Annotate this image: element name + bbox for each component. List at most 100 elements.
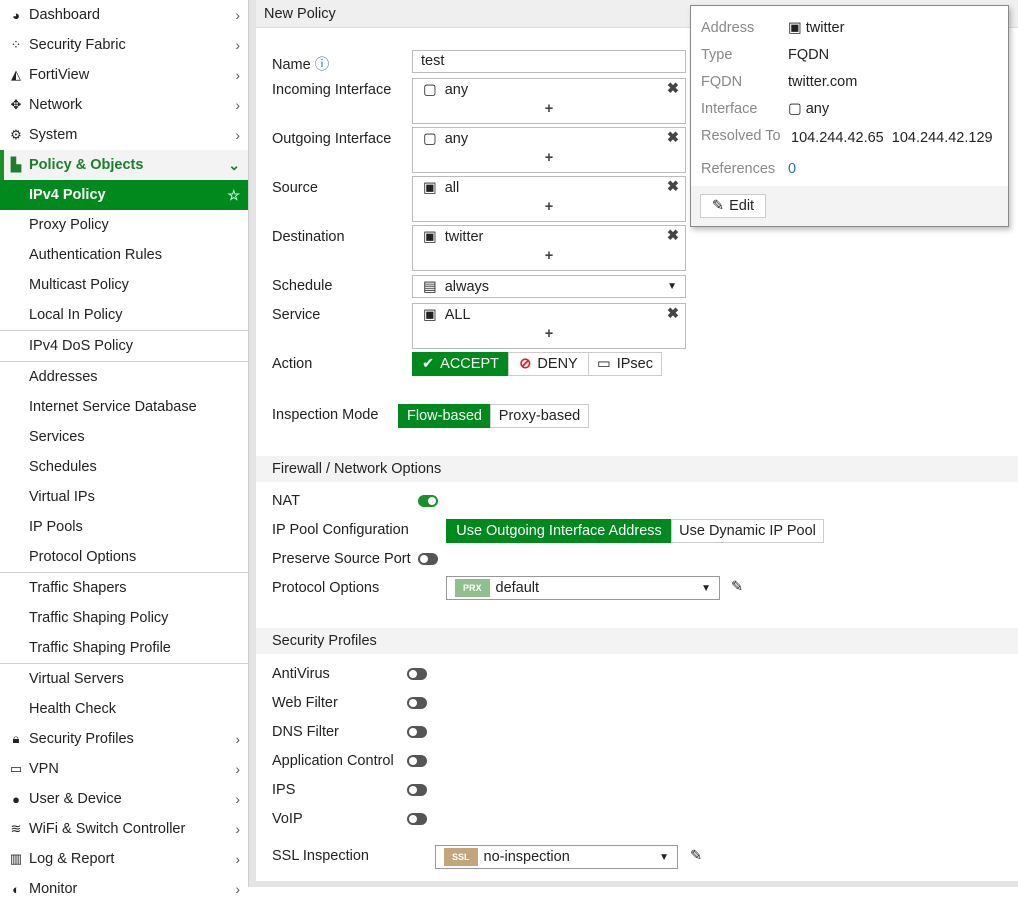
- application-control-toggle[interactable]: [407, 755, 427, 767]
- bottom-bar: [256, 881, 1018, 887]
- sidebar-item-multicast-policy[interactable]: Multicast Policy: [0, 270, 248, 300]
- sidebar-scrollbar[interactable]: [248, 0, 256, 887]
- web-filter-toggle[interactable]: [407, 697, 427, 709]
- add-button[interactable]: +: [413, 150, 685, 172]
- firewall-section-header: Firewall / Network Options: [256, 456, 1018, 482]
- chevron-right-icon: ›: [235, 67, 240, 83]
- chevron-right-icon: ›: [235, 851, 240, 867]
- edit-pencil-icon[interactable]: ✎: [690, 848, 702, 864]
- sidebar-item-traffic-shaping-profile[interactable]: Traffic Shaping Profile: [0, 633, 248, 663]
- incoming-interface-field[interactable]: ▢ any ✖ +: [412, 78, 686, 124]
- ssl-inspection-label: SSL Inspection: [272, 848, 369, 864]
- address-icon: ▣: [423, 180, 437, 196]
- sidebar-item-virtual-ips[interactable]: Virtual IPs: [0, 482, 248, 512]
- use-dynamic-ip-pool-button[interactable]: Use Dynamic IP Pool: [671, 519, 824, 543]
- laptop-icon: ▭: [597, 356, 611, 372]
- deny-button[interactable]: ⊘ DENY: [508, 352, 589, 376]
- sidebar-item-proxy-policy[interactable]: Proxy Policy: [0, 210, 248, 240]
- resolved-to-label: Resolved To: [701, 128, 781, 144]
- voip-toggle[interactable]: [407, 813, 427, 825]
- sidebar-item-health-check[interactable]: Health Check: [0, 694, 248, 724]
- remove-icon[interactable]: ✖: [667, 81, 679, 97]
- dns-filter-toggle[interactable]: [407, 726, 427, 738]
- sidebar-item-virtual-servers[interactable]: Virtual Servers: [0, 664, 248, 694]
- address-value: ▣ twitter: [788, 20, 845, 36]
- remove-icon[interactable]: ✖: [667, 130, 679, 146]
- sidebar-item-addresses[interactable]: Addresses: [0, 362, 248, 392]
- use-outgoing-interface-button[interactable]: Use Outgoing Interface Address: [446, 519, 672, 543]
- caret-down-icon: ▼: [701, 582, 711, 594]
- source-field[interactable]: ▣ all ✖ +: [412, 176, 686, 222]
- proxy-based-button[interactable]: Proxy-based: [490, 404, 589, 428]
- sidebar-item-system[interactable]: ⚙ System ›: [0, 120, 248, 150]
- sidebar-item-local-in-policy[interactable]: Local In Policy: [0, 300, 248, 330]
- interface-icon: ▢: [788, 101, 802, 117]
- name-input[interactable]: test: [412, 50, 686, 73]
- chevron-right-icon: ›: [235, 7, 240, 23]
- value: twitter: [444, 229, 484, 245]
- service-icon: ▣: [423, 307, 437, 323]
- flow-based-button[interactable]: Flow-based: [398, 404, 491, 428]
- schedule-select[interactable]: ▤ always ▼: [412, 275, 686, 298]
- sidebar-item-network[interactable]: ✥ Network ›: [0, 90, 248, 120]
- sidebar-item-protocol-options[interactable]: Protocol Options: [0, 542, 248, 572]
- edit-pencil-icon[interactable]: ✎: [731, 579, 743, 595]
- sidebar-item-ip-pools[interactable]: IP Pools: [0, 512, 248, 542]
- policy-icon: ▙: [11, 157, 21, 172]
- sidebar-item-schedules[interactable]: Schedules: [0, 452, 248, 482]
- sidebar-item-dashboard[interactable]: ◕ Dashboard ›: [0, 0, 248, 30]
- sidebar-item-fortiview[interactable]: ◭ FortiView ›: [0, 60, 248, 90]
- preserve-source-port-toggle[interactable]: [418, 553, 438, 565]
- accept-button[interactable]: ✔ ACCEPT: [412, 352, 509, 376]
- sidebar-item-internet-service-database[interactable]: Internet Service Database: [0, 392, 248, 422]
- outgoing-interface-label: Outgoing Interface: [272, 131, 392, 147]
- sidebar-item-security-fabric[interactable]: ⁘ Security Fabric ›: [0, 30, 248, 60]
- add-button[interactable]: +: [413, 326, 685, 348]
- label: IPv4 Policy: [29, 187, 106, 203]
- interface-icon: ▢: [423, 82, 437, 98]
- move-icon: ✥: [10, 97, 22, 112]
- sidebar-item-log-report[interactable]: ▥ Log & Report ›: [0, 844, 248, 874]
- gear-icon: ⚙: [10, 127, 22, 142]
- ssl-badge: SSL: [444, 848, 478, 866]
- remove-icon[interactable]: ✖: [667, 228, 679, 244]
- ip-pool-label: IP Pool Configuration: [272, 522, 409, 538]
- sidebar-item-traffic-shapers[interactable]: Traffic Shapers: [0, 573, 248, 603]
- edit-button[interactable]: ✎ Edit: [700, 194, 766, 218]
- sidebar-item-security-profiles[interactable]: 🔒︎ Security Profiles ›: [0, 724, 248, 754]
- sidebar-item-authentication-rules[interactable]: Authentication Rules: [0, 240, 248, 270]
- sidebar-item-vpn[interactable]: ▭ VPN ›: [0, 754, 248, 784]
- destination-field[interactable]: ▣ twitter ✖ +: [412, 225, 686, 271]
- service-field[interactable]: ▣ ALL ✖ +: [412, 303, 686, 349]
- add-button[interactable]: +: [413, 248, 685, 270]
- remove-icon[interactable]: ✖: [667, 306, 679, 322]
- sidebar-item-user-device[interactable]: ● User & Device ›: [0, 784, 248, 814]
- value: any: [444, 131, 469, 147]
- laptop-icon: ▭: [9, 761, 23, 776]
- sidebar-item-ipv4-policy[interactable]: IPv4 Policy ☆: [0, 180, 248, 210]
- preserve-source-port-label: Preserve Source Port: [272, 551, 411, 567]
- protocol-options-select[interactable]: PRX default ▼: [446, 576, 720, 600]
- nat-toggle[interactable]: [418, 495, 438, 507]
- sidebar-item-policy-objects[interactable]: ▙ Policy & Objects ⌄: [0, 150, 248, 180]
- sidebar-item-traffic-shaping-policy[interactable]: Traffic Shaping Policy: [0, 603, 248, 633]
- info-icon[interactable]: ⓘ: [315, 57, 330, 73]
- label: WiFi & Switch Controller: [29, 821, 186, 837]
- sidebar-item-wifi-switch[interactable]: ≋ WiFi & Switch Controller ›: [0, 814, 248, 844]
- label: Policy & Objects: [29, 157, 144, 173]
- antivirus-toggle[interactable]: [407, 668, 427, 680]
- references-link[interactable]: 0: [788, 161, 796, 177]
- chevron-right-icon: ›: [235, 127, 240, 143]
- add-button[interactable]: +: [413, 199, 685, 221]
- ipsec-button[interactable]: ▭ IPsec: [588, 352, 662, 376]
- star-icon[interactable]: ☆: [227, 187, 240, 204]
- sidebar-item-ipv4-dos-policy[interactable]: IPv4 DoS Policy: [0, 331, 248, 361]
- ips-toggle[interactable]: [407, 784, 427, 796]
- service-label: Service: [272, 307, 321, 323]
- ssl-inspection-select[interactable]: SSL no-inspection ▼: [435, 845, 678, 869]
- sidebar-item-services[interactable]: Services: [0, 422, 248, 452]
- outgoing-interface-field[interactable]: ▢ any ✖ +: [412, 127, 686, 173]
- sidebar-item-monitor[interactable]: ◐ Monitor ›: [0, 874, 248, 904]
- add-button[interactable]: +: [413, 101, 685, 123]
- remove-icon[interactable]: ✖: [667, 179, 679, 195]
